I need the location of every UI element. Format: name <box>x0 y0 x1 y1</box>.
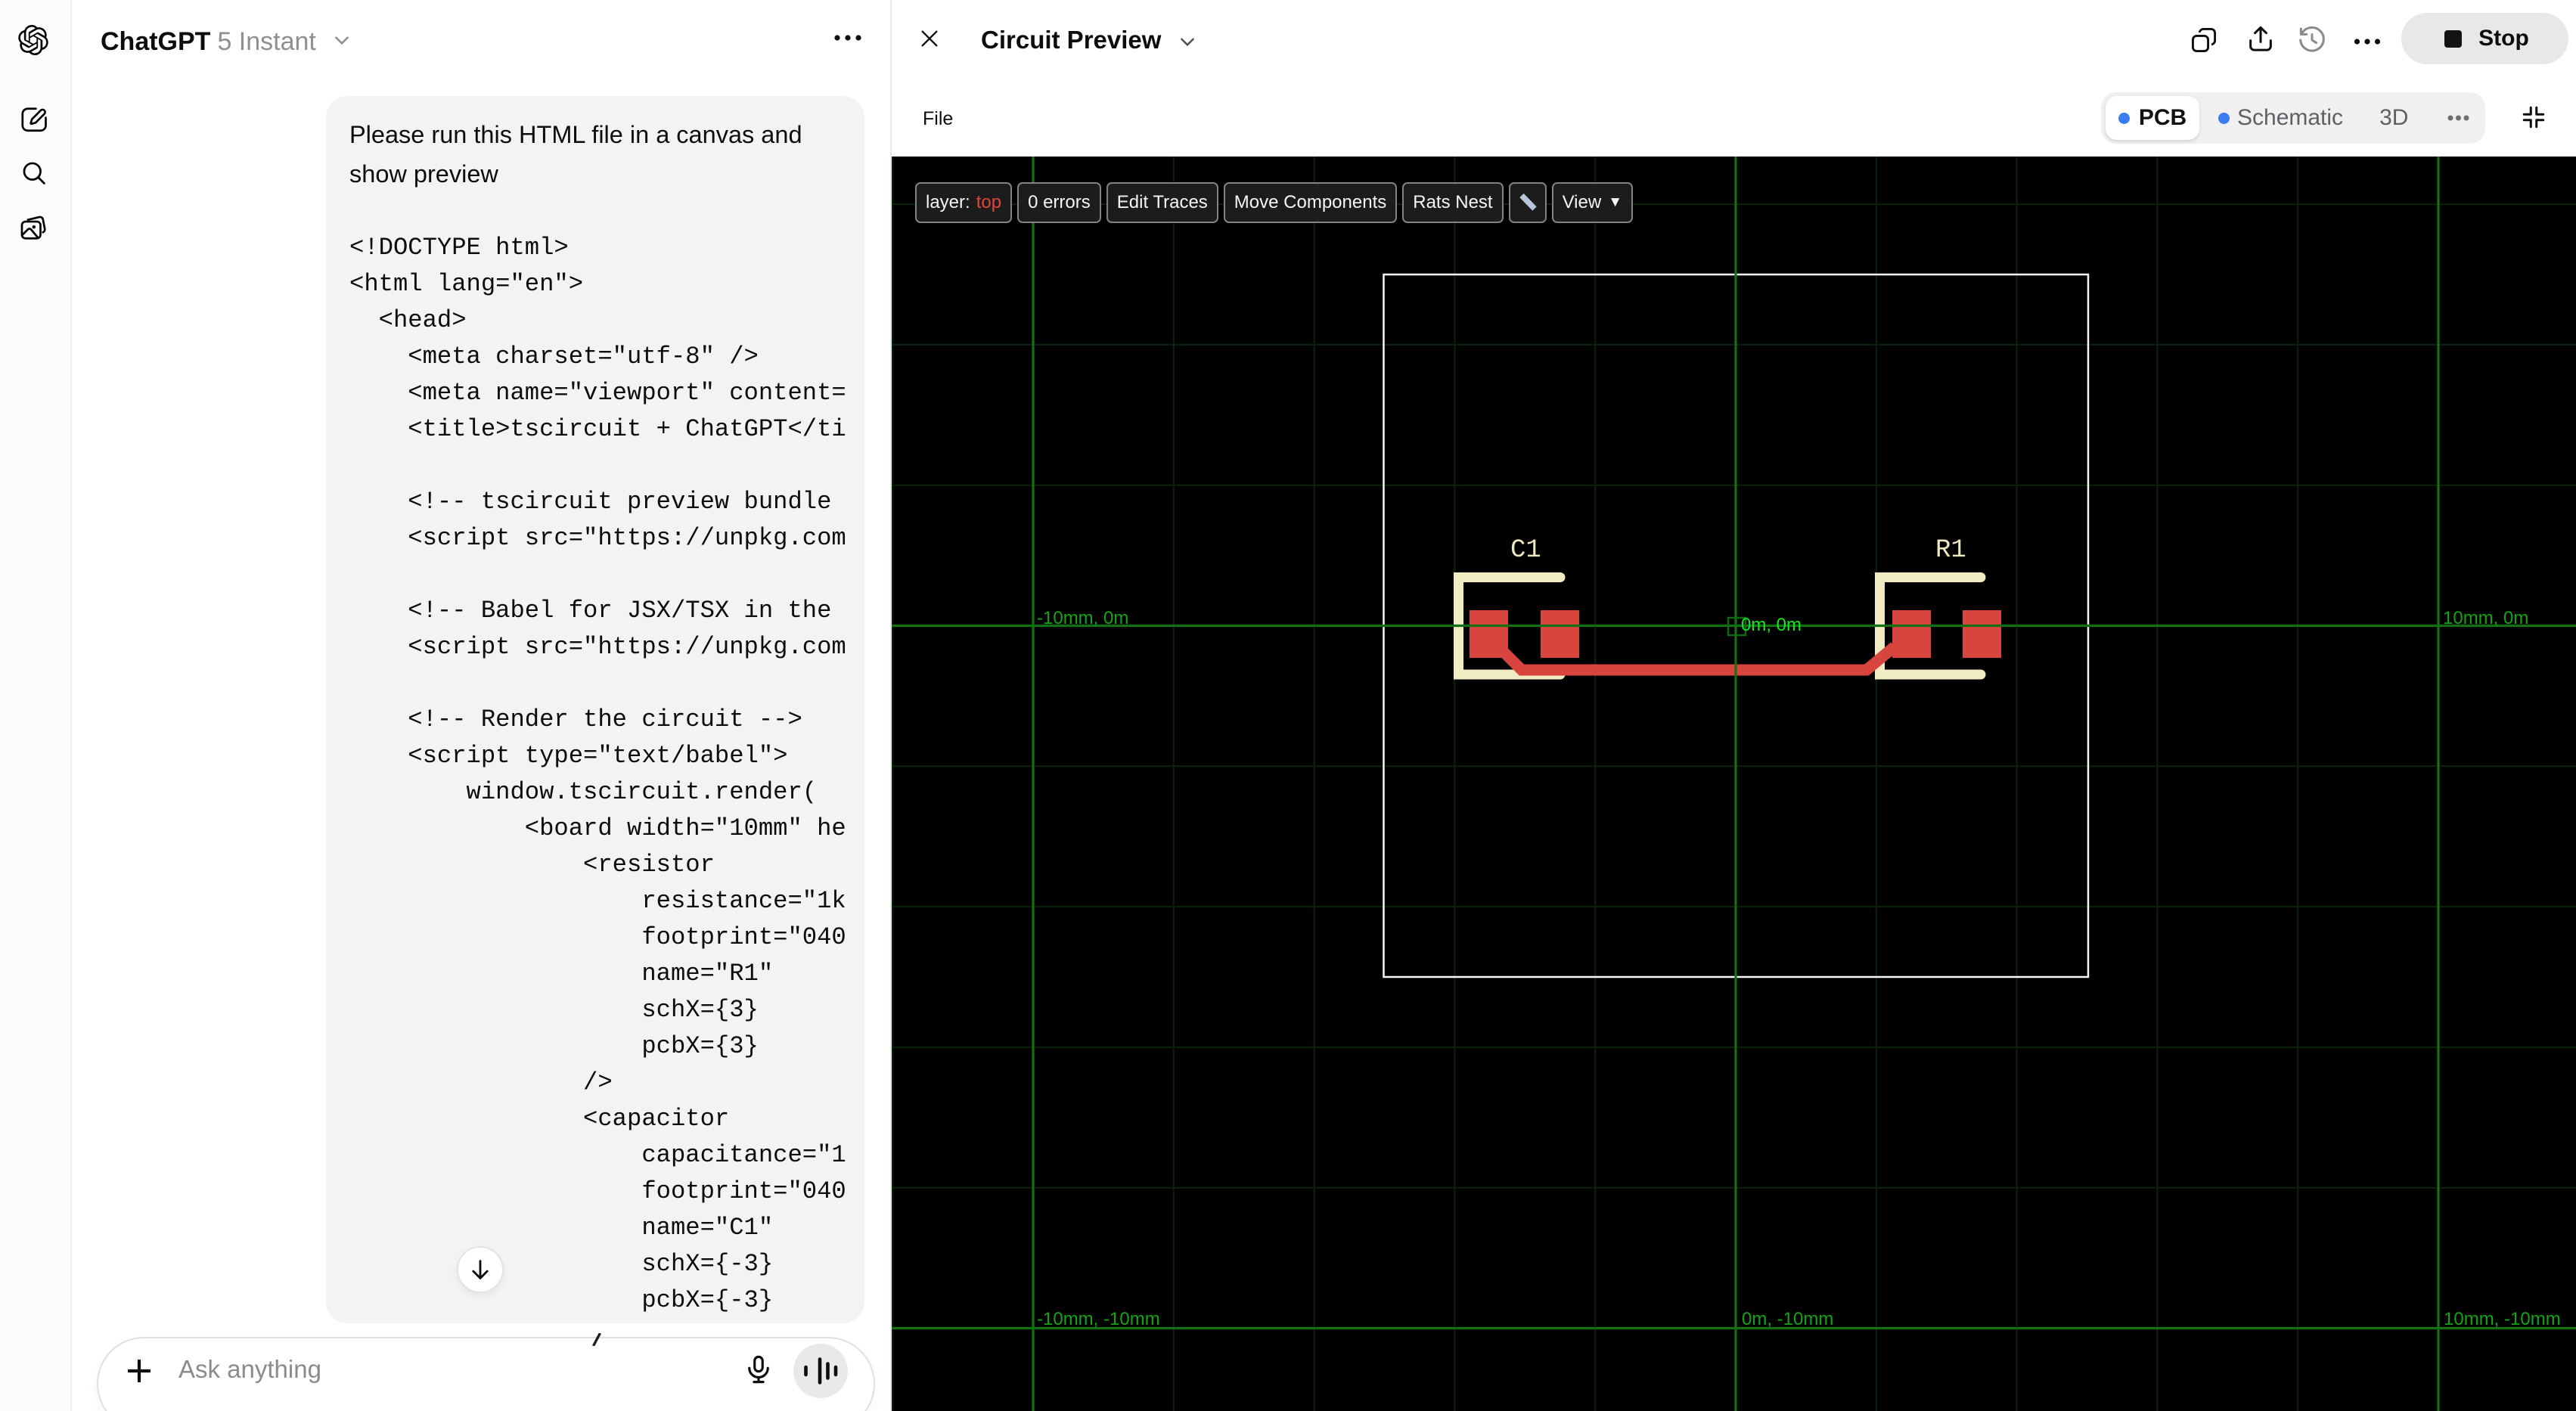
svg-text:10mm, 0m: 10mm, 0m <box>2443 608 2528 628</box>
svg-text:-10mm, 0m: -10mm, 0m <box>1037 608 1128 628</box>
svg-text:C1: C1 <box>1510 536 1541 565</box>
svg-text:0m, 0m: 0m, 0m <box>1741 615 1802 635</box>
svg-text:R1: R1 <box>1935 536 1966 565</box>
svg-text:10mm, -10mm: 10mm, -10mm <box>2444 1309 2561 1329</box>
svg-text:0m, -10mm: 0m, -10mm <box>1742 1309 1833 1329</box>
svg-text:-10mm, -10mm: -10mm, -10mm <box>1037 1309 1160 1329</box>
